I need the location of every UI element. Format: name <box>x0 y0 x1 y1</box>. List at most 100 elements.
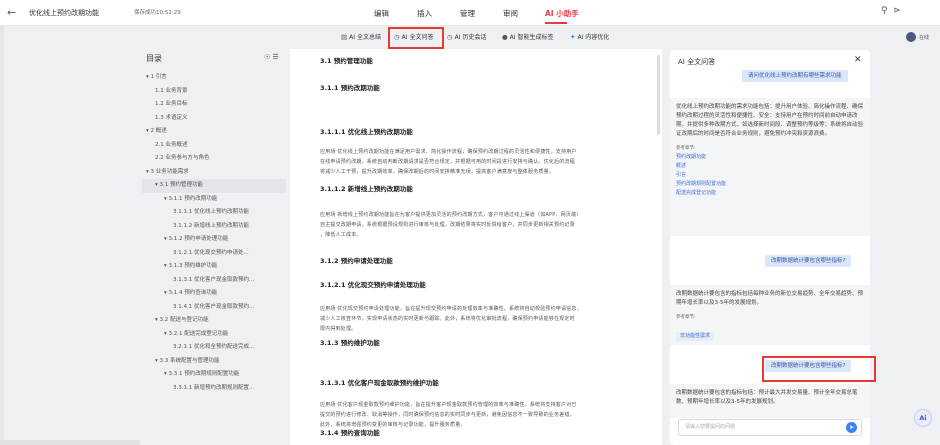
doc-paragraph-line: 在线申请预约改期，系统自动判断改期请求是否符合规定，并根据可用的时间段进行安排与… <box>320 159 575 165</box>
doc-title: 优化线上预约改期功能 <box>29 9 99 17</box>
ai-history-label: AI 历史会话 <box>454 34 487 41</box>
doc-paragraph: 应用场 优化现交预约申请处理功能，旨在提升现交预约申请的处理效率与准确性。系统将… <box>320 304 640 334</box>
outline-settings-icon[interactable]: ☉ ☰ <box>264 53 279 61</box>
outline-item[interactable]: 3.1.1.2 新增线上预约改期功能 <box>142 220 286 234</box>
back-arrow-icon[interactable]: ← <box>7 6 16 19</box>
ai-tags-button[interactable]: ● AI 智能生成标签 <box>502 32 554 42</box>
doc-paragraph: 应用场 新增线上预约改期功能旨在为客户提供更加灵活的预约改期方式，客户可通过线上… <box>320 210 640 240</box>
outline-item[interactable]: ▾ 3.3 系统配置与管理功能 <box>142 355 286 369</box>
ai-optimize-label: AI 内容优化 <box>577 34 610 41</box>
outline-item[interactable]: ▾ 3 业务功能需求 <box>142 166 286 180</box>
online-status: 在线 <box>906 32 929 42</box>
outline-title: 目录 <box>146 54 162 63</box>
send-icon[interactable]: ➤ <box>846 422 857 433</box>
doc-heading: 3.1.4 预约查询功能 <box>320 429 380 437</box>
active-menu-underline <box>545 22 567 24</box>
ref-link[interactable]: 配送完成登记功能 <box>676 189 864 198</box>
outline-item[interactable]: 1.3 术语定义 <box>142 112 286 126</box>
menu-manage[interactable]: 管理 <box>460 8 475 19</box>
outline-item[interactable]: 3.3.1.1 新增预约改期规则配置... <box>142 382 286 396</box>
doc-paragraph-line: 将减少人工干预，提升改期效率，确保改期后的时间安排精准无误，提高客户满意度与整体… <box>320 169 555 175</box>
doc-paragraph-line: 应用场 优化线上预约改期功能在满足用户需求、简化操作流程，确保预约改期过程的灵活… <box>320 149 577 155</box>
tag-icon: ● <box>502 32 508 41</box>
close-icon[interactable]: ✕ <box>854 55 862 65</box>
ref-link[interactable]: 预约改期功能 <box>676 153 864 162</box>
outline-item[interactable]: ▾ 3.2.1 配送完成登记功能 <box>142 328 286 342</box>
outline-item[interactable]: ▾ 2 概述 <box>142 125 286 139</box>
outline-item[interactable]: 1.2 业务目标 <box>142 98 286 112</box>
save-status: 保存成功10:52:29 <box>134 10 181 16</box>
highlight-box-qa-button <box>388 27 444 49</box>
ai-toolbar: ▤ AI 全文总结 ◷ AI 全文问答 ◷ AI 历史会话 ● AI 智能生成标… <box>0 27 940 49</box>
ai-panel-title: AI 全文问答 <box>678 58 716 66</box>
doc-heading: 3.1.2 预约申请处理功能 <box>320 257 393 265</box>
outline-item[interactable]: ▾ 3.1.1 预约改期功能 <box>142 193 286 207</box>
ai-answer-card: 改期数据统计要包含的指标包括：预计最大并发交易量、预计全年交易总笔数、预期年增长… <box>670 384 870 418</box>
highlight-box-question <box>762 356 876 382</box>
outline-item[interactable]: 2.1 业务概述 <box>142 139 286 153</box>
top-bar: ← 优化线上预约改期功能 保存成功10:52:29 编辑 插入 管理 审阅 AI… <box>0 0 940 26</box>
doc-heading: 3.1.3.1 优化客户现金取款预约维护功能 <box>320 379 439 387</box>
outline-item[interactable]: 3.1.1.1 优化线上预约改期功能 <box>142 206 286 220</box>
ref-link[interactable]: 概述 <box>676 162 864 171</box>
outline-item[interactable]: ▾ 1 引言 <box>142 71 286 85</box>
doc-heading: 3.1.1 预约改期功能 <box>320 84 380 92</box>
doc-heading: 3.1.2.1 优化现交预约申请处理功能 <box>320 281 426 289</box>
doc-heading: 3.1.1.1 优化线上预约改期功能 <box>320 128 413 136</box>
doc-paragraph-line: 应用场 新增线上预约改期功能旨在为客户提供更加灵活的预约改期方式，客户可通过线上… <box>320 212 582 218</box>
ai-optimize-button[interactable]: ✦ AI 内容优化 <box>570 32 610 42</box>
outline-panel: 目录 ☉ ☰ ▾ 1 引言 1.1 业务背景 1.2 业务目标 1.3 术语定义 ▾ 2… <box>142 49 286 445</box>
ai-answer-text: 改期数据统计要包含的指标包括每种业务的新位交易趋势、全年交易趋势、预期年增长率以… <box>676 291 864 306</box>
user-question-bubble: 请问优化线上预约改期有哪些需求功能 <box>742 70 848 82</box>
ref-link[interactable]: 预约改期规则配置功能 <box>676 180 864 189</box>
doc-paragraph-line: 应用场 优化现交预约申请处理功能，旨在提升现交预约申请的处理效率与准确性。系统将… <box>320 306 582 312</box>
ai-history-button[interactable]: ◷ AI 历史会话 <box>447 32 487 42</box>
document-body[interactable]: 3.1 预约管理功能 3.1.1 预约改期功能 3.1.1.1 优化线上预约改期功能… <box>290 49 662 445</box>
outline-item[interactable]: 3.1.3.1 优化客户现金取款预约... <box>142 274 286 288</box>
doc-paragraph-line: ，降低人工成本。 <box>320 232 362 238</box>
ai-assistant-fab[interactable]: Ai <box>914 409 932 427</box>
outline-item[interactable]: 3.1.2.1 优化现交预约申请处... <box>142 247 286 261</box>
outline-item[interactable]: ▾ 3.3.1 预约改期规则配置功能 <box>142 368 286 382</box>
outline-item[interactable]: ▾ 3.1.2 预约申请处理功能 <box>142 233 286 247</box>
doc-paragraph: 应用场 优化线上预约改期功能在满足用户需求、简化操作流程，确保预约改期过程的灵活… <box>320 147 640 177</box>
online-label: 在线 <box>919 34 930 41</box>
ai-qa-panel: AI 全文问答 ✕ 请问优化线上预约改期有哪些需求功能 优化线上预约改期功能的需… <box>670 50 870 445</box>
share-icon[interactable]: ⋗ <box>893 6 901 16</box>
menu-insert[interactable]: 插入 <box>417 8 432 19</box>
ai-answer-text: 优化线上预约改期功能的需求功能包括：提升用户体验、简化操作流程、确保预约改期过程… <box>676 104 864 137</box>
doc-paragraph-line: 减少人工核查环节，实现申请状态的实时更新与跟踪。此外，系统将优化审批流程，确保预… <box>320 316 575 322</box>
menu-review[interactable]: 审阅 <box>503 8 518 19</box>
outline-item[interactable]: 3.1.4.1 优化客户现金取款预约... <box>142 301 286 315</box>
ai-answer-card: 改期数据统计要包含的指标包括每种业务的新位交易趋势、全年交易趋势、预期年增长率以… <box>670 285 870 345</box>
ai-answer-text: 改期数据统计要包含的指标包括：预计最大并发交易量、预计全年交易总笔数、预期年增长… <box>676 390 858 405</box>
doc-heading: 3.1.3 预约维护功能 <box>320 339 380 347</box>
outline-item[interactable]: ▾ 3.1 预约管理功能 <box>142 179 286 193</box>
doc-paragraph-line: 限内得到处理。 <box>320 326 357 332</box>
menu-ai-assistant[interactable]: AI 小助手 <box>545 8 579 19</box>
user-avatar[interactable] <box>906 32 916 42</box>
outline-item[interactable]: 3.2.1.1 优化和全预约配送完成... <box>142 341 286 355</box>
doc-paragraph-line: 自主提交改期申请，系统根据预设规则进行审核与处理，改期结果将实时反馈给客户，并同… <box>320 222 575 228</box>
sparkle-icon: ✦ <box>570 32 576 41</box>
ref-link[interactable]: 非功能性需求 <box>676 332 715 341</box>
outline-item[interactable]: ▾ 3.1.4 预约查询功能 <box>142 287 286 301</box>
user-question-bubble: 改期数据统计要包含哪些指标? <box>765 255 852 267</box>
outline-item[interactable]: ▾ 3.1.3 预约维护功能 <box>142 260 286 274</box>
menu-edit[interactable]: 编辑 <box>374 8 389 19</box>
outline-item[interactable]: 2.2 业务参与方与角色 <box>142 152 286 166</box>
ai-answer-card: 优化线上预约改期功能的需求功能包括：提升用户体验、简化操作流程、确保预约改期过程… <box>670 98 870 236</box>
refs-label: 参考章节: <box>676 315 696 320</box>
ai-question-input[interactable]: 请输入您要提问的问题 <box>678 419 862 436</box>
outline-item[interactable]: ▾ 3.2 配送与登记功能 <box>142 314 286 328</box>
ai-tags-label: AI 智能生成标签 <box>509 34 554 41</box>
doc-heading: 3.1.1.2 新增线上预约改期功能 <box>320 185 413 193</box>
refs-list: 预约改期功能 概述 引言 预约改期规则配置功能 配送完成登记功能 <box>676 153 864 198</box>
outline-item[interactable]: 1.1 业务背景 <box>142 85 286 99</box>
document-scrollbar[interactable] <box>657 55 660 135</box>
ai-summary-button[interactable]: ▤ AI 全文总结 <box>341 32 381 42</box>
doc-heading: 3.1 预约管理功能 <box>320 57 373 65</box>
left-edge-strip <box>0 26 4 445</box>
ref-link[interactable]: 引言 <box>676 171 864 180</box>
search-icon[interactable]: ⚲ <box>881 6 888 16</box>
